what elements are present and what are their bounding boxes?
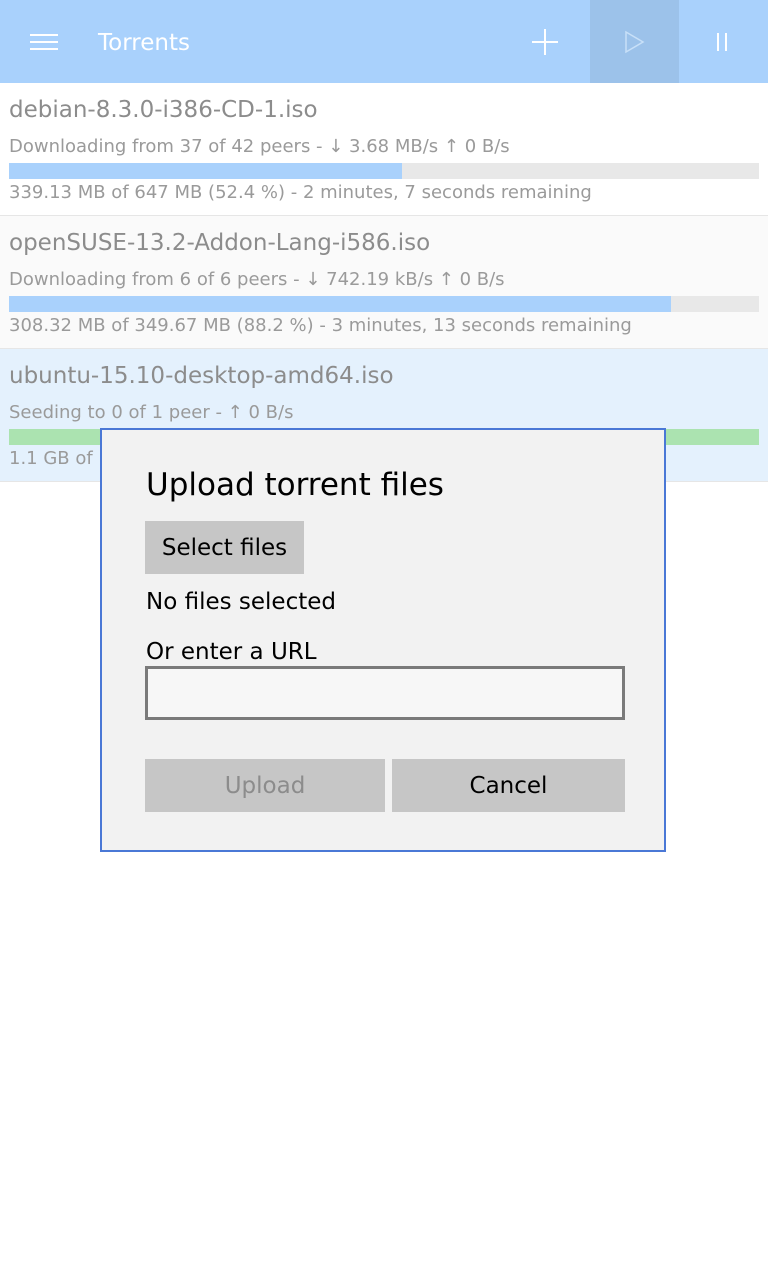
url-label: Or enter a URL xyxy=(146,639,317,665)
selected-files-text: No files selected xyxy=(146,589,336,615)
cancel-button[interactable]: Cancel xyxy=(392,759,625,812)
torrent-name: ubuntu-15.10-desktop-amd64.iso xyxy=(9,363,394,389)
torrent-status: Seeding to 0 of 1 peer - ↑ 0 B/s xyxy=(9,402,294,423)
torrent-info: 308.32 MB of 349.67 MB (88.2 %) - 3 minu… xyxy=(9,315,632,336)
plus-icon xyxy=(532,29,558,55)
app-header: Torrents xyxy=(0,0,768,83)
page-title: Torrents xyxy=(98,30,190,56)
play-icon xyxy=(625,30,645,54)
upload-button[interactable]: Upload xyxy=(145,759,385,812)
torrent-status: Downloading from 37 of 42 peers - ↓ 3.68… xyxy=(9,136,510,157)
dialog-title: Upload torrent files xyxy=(146,467,444,503)
url-input[interactable] xyxy=(145,666,625,720)
torrent-row[interactable]: debian-8.3.0-i386-CD-1.iso Downloading f… xyxy=(0,83,768,216)
app-window: Torrents debian-8.3.0-i386-CD-1.iso Down… xyxy=(0,0,768,1280)
progress-fill xyxy=(9,163,402,179)
pause-icon xyxy=(717,33,727,51)
progress-bar xyxy=(9,296,759,312)
progress-bar xyxy=(9,163,759,179)
torrent-list: debian-8.3.0-i386-CD-1.iso Downloading f… xyxy=(0,83,768,482)
torrent-info: 1.1 GB of xyxy=(9,448,93,469)
torrent-name: openSUSE-13.2-Addon-Lang-i586.iso xyxy=(9,230,431,256)
add-torrent-button[interactable] xyxy=(501,0,590,83)
torrent-name: debian-8.3.0-i386-CD-1.iso xyxy=(9,97,318,123)
hamburger-menu-icon[interactable] xyxy=(30,34,58,50)
select-files-button[interactable]: Select files xyxy=(145,521,304,574)
resume-button[interactable] xyxy=(590,0,679,83)
torrent-row[interactable]: openSUSE-13.2-Addon-Lang-i586.iso Downlo… xyxy=(0,216,768,349)
torrent-info: 339.13 MB of 647 MB (52.4 %) - 2 minutes… xyxy=(9,182,592,203)
torrent-status: Downloading from 6 of 6 peers - ↓ 742.19… xyxy=(9,269,505,290)
upload-dialog: Upload torrent files Select files No fil… xyxy=(100,428,666,852)
pause-button[interactable] xyxy=(679,0,768,83)
progress-fill xyxy=(9,296,671,312)
